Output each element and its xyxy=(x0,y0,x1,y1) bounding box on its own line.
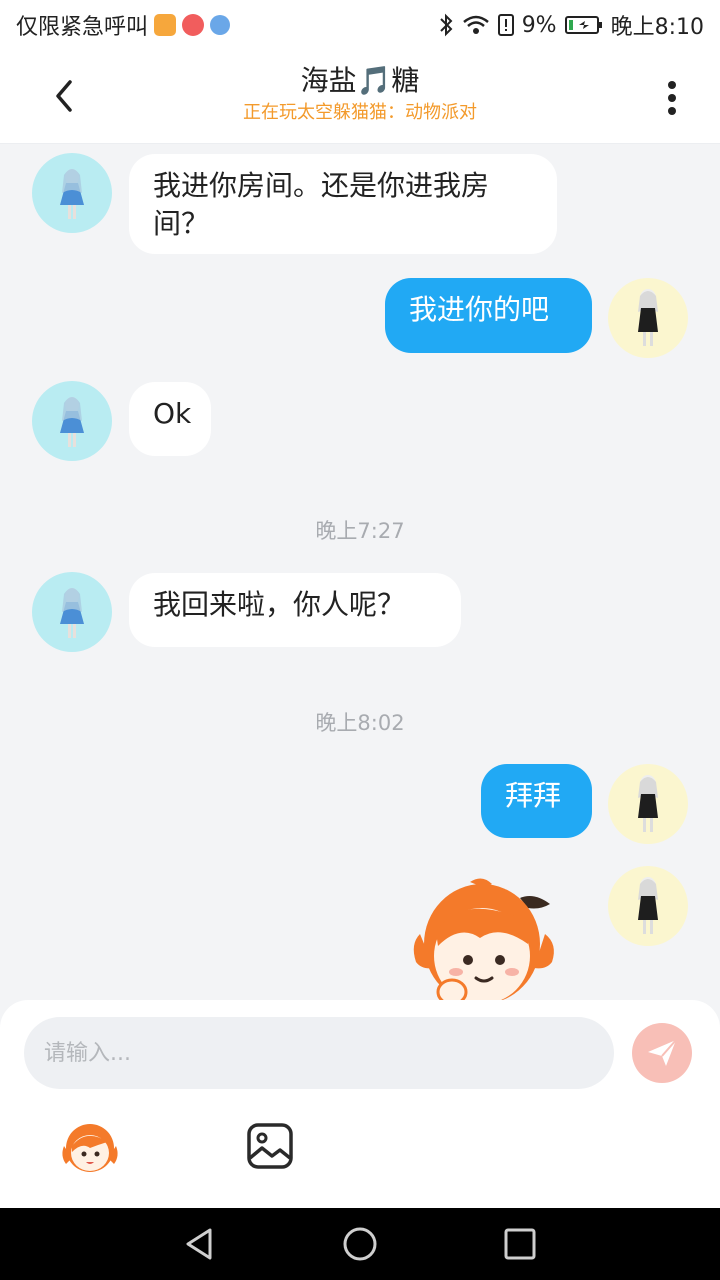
message-list[interactable]: 我进你房间。还是你进我房 间？ 我进你的吧 Ok 晚上7:27 我回来啦，你人呢… xyxy=(0,144,720,1000)
message-bubble[interactable]: 我进你房间。还是你进我房 间？ xyxy=(129,154,557,254)
nav-home-button[interactable] xyxy=(340,1224,380,1264)
emoji-button[interactable] xyxy=(60,1118,120,1174)
my-avatar[interactable] xyxy=(608,278,688,358)
nav-home-icon xyxy=(343,1227,377,1261)
back-button[interactable] xyxy=(40,72,88,120)
contact-avatar[interactable] xyxy=(32,381,112,461)
contact-name: 海盐🎵糖 xyxy=(300,64,420,97)
sticker-image xyxy=(413,878,554,1000)
image-button[interactable] xyxy=(246,1122,294,1170)
game-status: 正在玩太空躲猫猫：动物派对 xyxy=(243,102,477,123)
back-arrow-icon xyxy=(56,80,72,112)
video-app-icon xyxy=(154,14,177,36)
nav-recents-icon xyxy=(504,1228,536,1260)
nav-back-icon xyxy=(186,1228,212,1260)
system-nav-bar xyxy=(0,1208,720,1280)
record-app-icon xyxy=(182,14,205,36)
battery-percent: 9% xyxy=(521,12,557,38)
nav-back-button[interactable] xyxy=(180,1224,220,1264)
more-options-button[interactable] xyxy=(652,72,692,124)
contact-avatar[interactable] xyxy=(32,572,112,652)
clock: 晚上8:10 xyxy=(610,15,704,40)
chat-screen: 仅限紧急呼叫 9% 晚上8:10 海盐🎵糖 正在玩太空躲猫猫：动物派对 我进你房… xyxy=(0,0,720,1280)
bluetooth-icon xyxy=(439,13,453,37)
battery-icon xyxy=(564,16,602,34)
message-bubble[interactable]: Ok xyxy=(129,382,211,456)
my-avatar[interactable] xyxy=(608,764,688,844)
emoji-icon xyxy=(62,1124,118,1172)
chat-header: 海盐🎵糖 正在玩太空躲猫猫：动物派对 xyxy=(0,50,720,144)
my-avatar[interactable] xyxy=(608,866,688,946)
nav-recents-button[interactable] xyxy=(500,1224,540,1264)
wifi-icon xyxy=(462,15,489,34)
message-input[interactable] xyxy=(24,1017,614,1089)
timestamp: 晚上8:02 xyxy=(315,711,405,735)
contact-avatar[interactable] xyxy=(32,153,112,233)
timestamp: 晚上7:27 xyxy=(315,519,405,543)
composer-panel xyxy=(0,1000,720,1208)
browser-app-icon xyxy=(210,15,231,35)
carrier-text: 仅限紧急呼叫 xyxy=(16,15,149,40)
send-button[interactable] xyxy=(632,1023,692,1083)
send-icon xyxy=(648,1039,677,1066)
sim-icon xyxy=(497,14,514,36)
message-bubble[interactable]: 拜拜 xyxy=(481,764,592,838)
image-icon xyxy=(247,1123,293,1169)
message-bubble[interactable]: 我进你的吧 xyxy=(385,278,592,353)
message-bubble[interactable]: 我回来啦，你人呢？ xyxy=(129,573,461,647)
more-vert-icon xyxy=(668,81,676,115)
status-bar: 仅限紧急呼叫 9% 晚上8:10 xyxy=(0,0,720,50)
sticker-message[interactable] xyxy=(400,874,565,1000)
